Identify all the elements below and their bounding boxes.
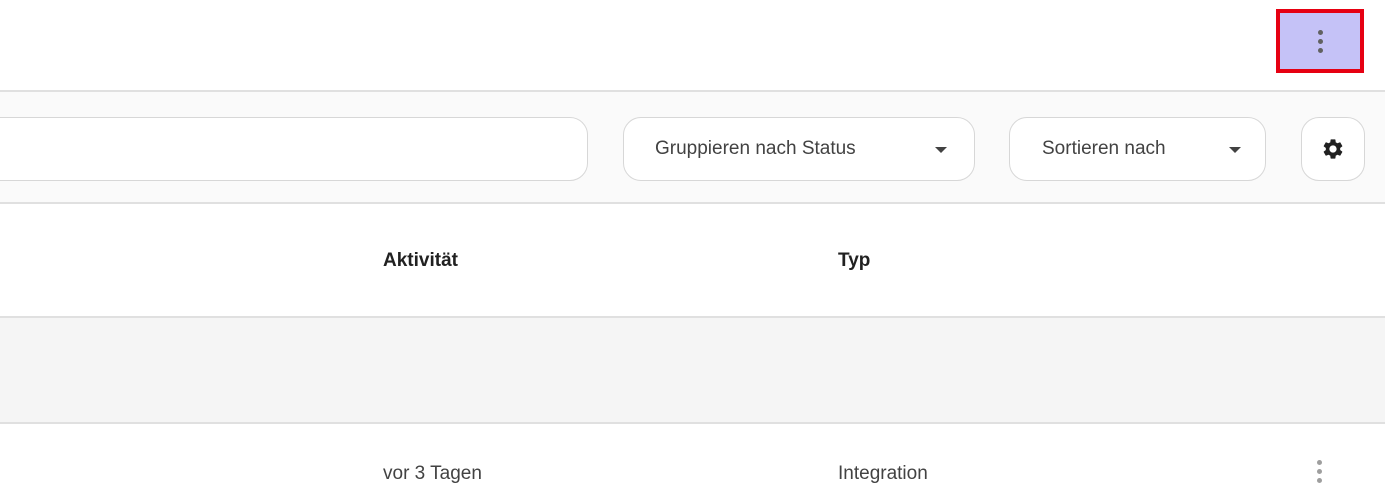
arrow-drop-down-icon — [935, 147, 947, 153]
type-cell: Integration — [838, 463, 928, 484]
sort-by-dropdown[interactable]: Sortieren nach — [1009, 117, 1266, 181]
arrow-drop-down-icon — [1229, 147, 1241, 153]
table-header: Aktivität Typ — [0, 204, 1385, 318]
group-by-dropdown[interactable]: Gruppieren nach Status — [623, 117, 975, 181]
row-overflow-menu-button[interactable] — [1308, 456, 1330, 485]
column-header-activity[interactable]: Aktivität — [383, 250, 458, 272]
group-header-row — [0, 318, 1385, 424]
column-header-type[interactable]: Typ — [838, 250, 870, 272]
search-field[interactable] — [0, 117, 588, 181]
list-toolbar: Gruppieren nach Status Sortieren nach — [0, 90, 1385, 204]
table-row[interactable]: vor 3 Tagen Integration — [0, 424, 1385, 485]
sort-by-label: Sortieren nach — [1042, 138, 1166, 159]
more-vert-icon — [1316, 456, 1322, 485]
settings-button[interactable] — [1301, 117, 1365, 181]
group-by-label: Gruppieren nach Status — [655, 138, 856, 159]
gear-icon — [1323, 139, 1343, 159]
page-overflow-menu-button[interactable] — [1276, 9, 1364, 73]
page-header — [0, 0, 1385, 90]
activity-cell: vor 3 Tagen — [383, 463, 482, 484]
integrations-page: Gruppieren nach Status Sortieren nach Ak… — [0, 0, 1385, 485]
more-vert-icon — [1317, 29, 1323, 53]
search-input[interactable] — [0, 118, 587, 180]
